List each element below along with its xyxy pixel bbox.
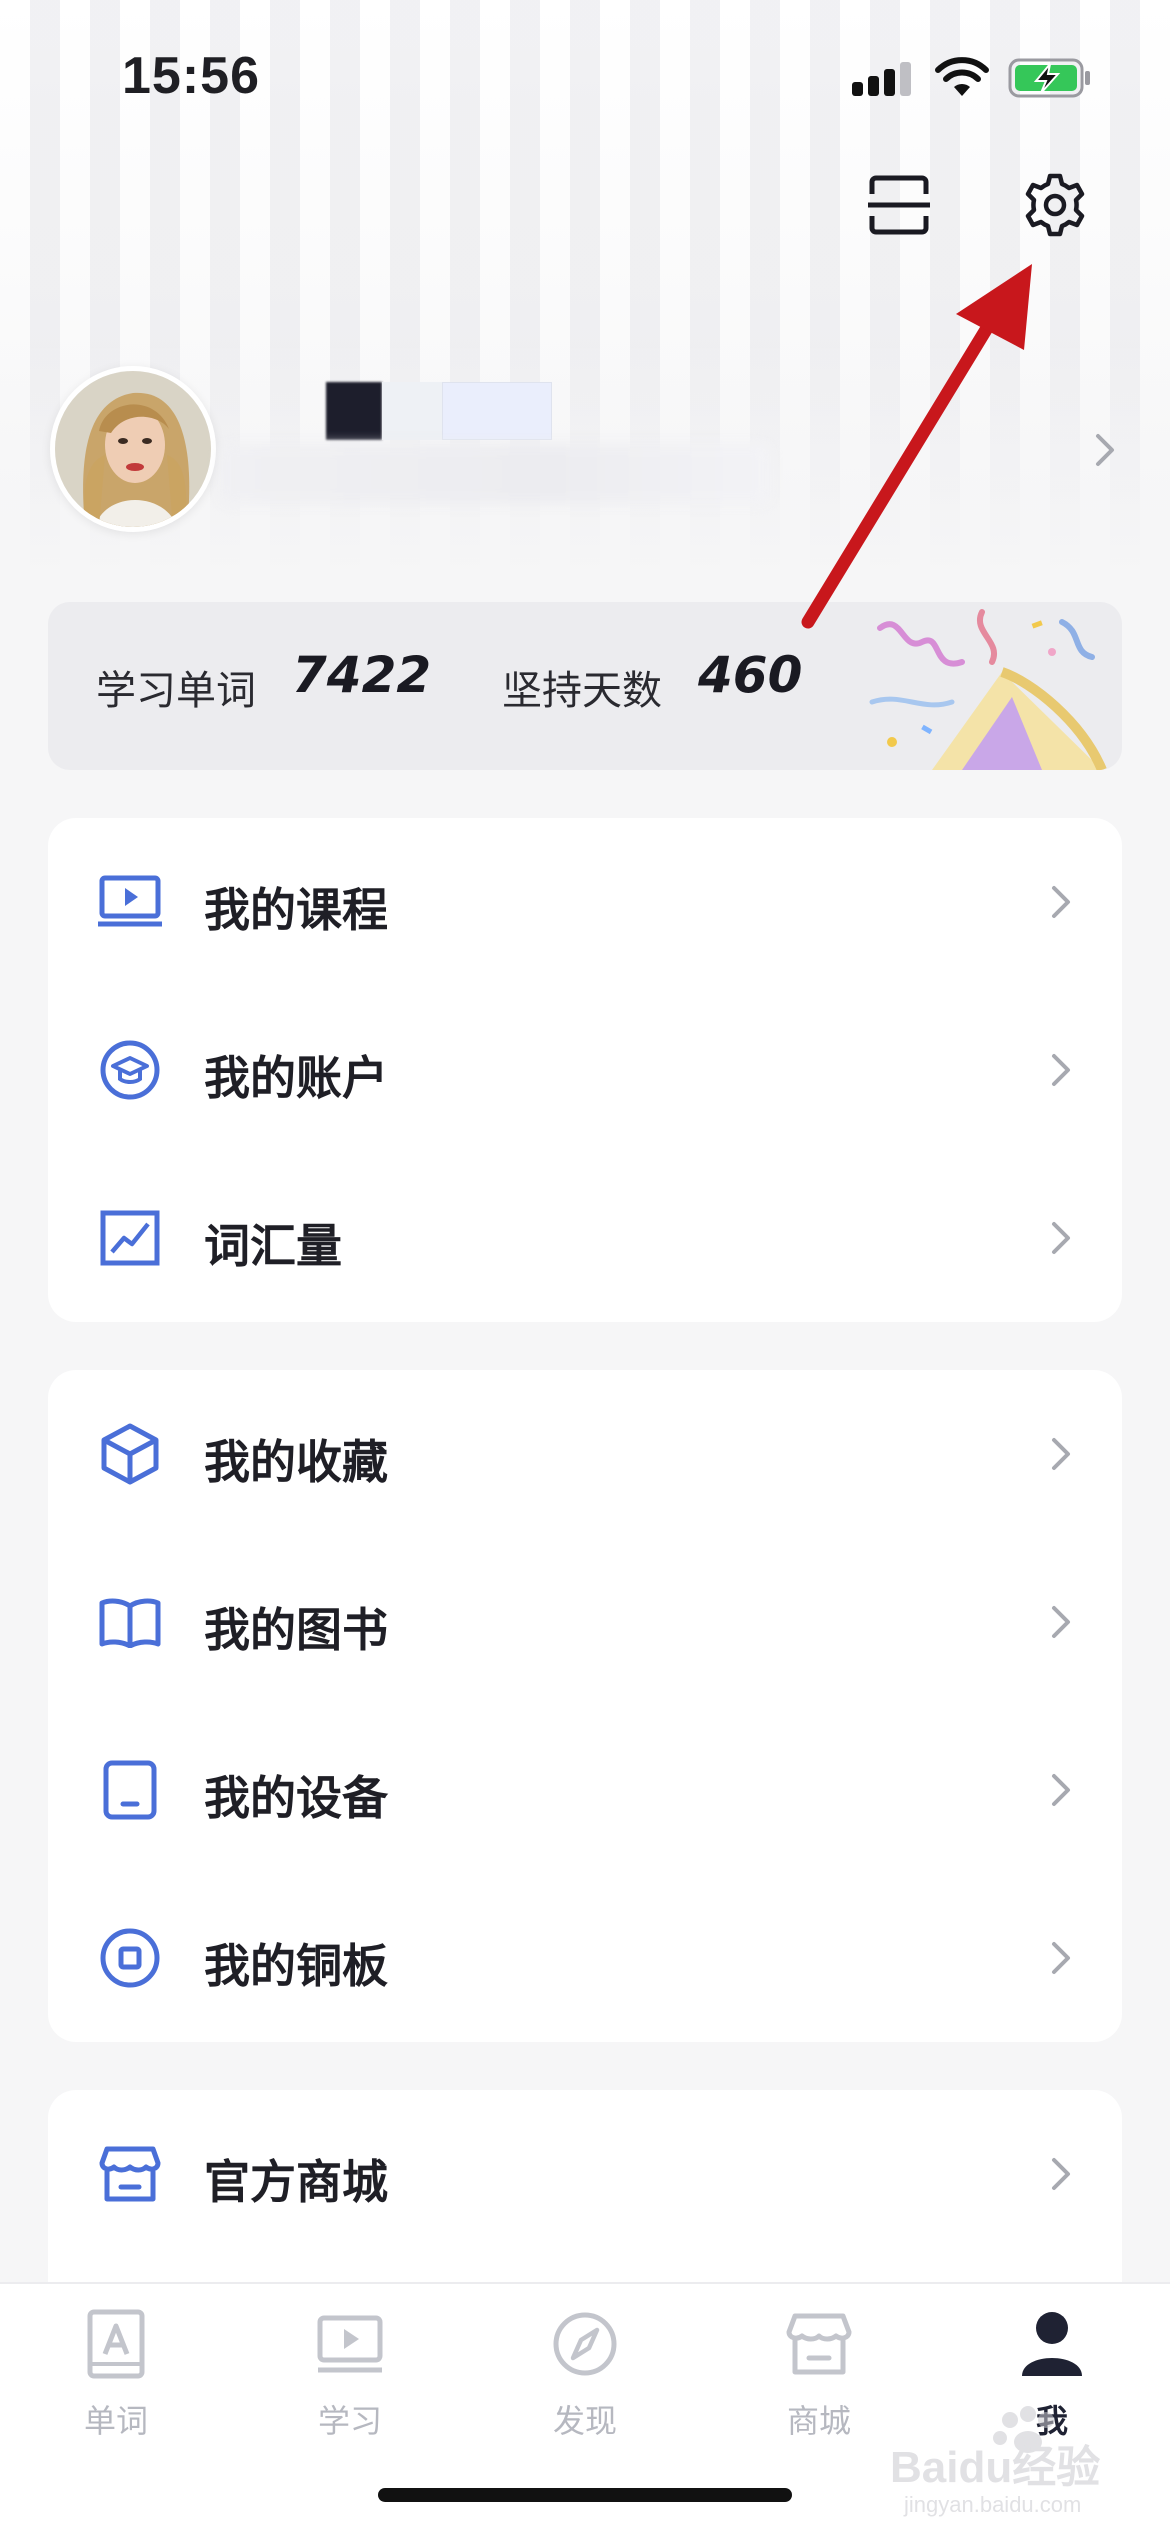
chevron-right-icon [1052,1606,1070,1638]
words-learned-value: 7422 [292,646,432,704]
tab-label: 学习 [317,2402,382,2440]
menu-item-vocabulary[interactable]: 词汇量 [48,1154,1122,1322]
tab-label: 发现 [552,2402,617,2440]
menu-item-my-courses[interactable]: 我的课程 [48,818,1122,986]
scan-icon [868,175,930,235]
shop-icon [786,2313,852,2375]
avatar[interactable] [50,366,216,532]
graduation-cap-icon [98,1038,162,1102]
shop-icon [98,2142,162,2206]
profile-page: 15:56 学习单词 7422 坚持天数 460 我的课程 我的账户 词汇量 我… [0,0,1170,2532]
watermark-text: Baidu经验 [890,2443,1100,2492]
menu-label: 我的课程 [204,883,388,937]
chevron-right-icon [1096,434,1114,466]
coin-icon [98,1926,162,1990]
chevron-right-icon [1052,1438,1070,1470]
tab-discover[interactable]: 发现 [505,2308,665,2478]
menu-label: 我的铜板 [204,1939,388,1993]
status-bar: 15:56 [0,0,1170,150]
words-learned-label: 学习单词 [96,668,256,714]
menu-card-mine: 我的收藏 我的图书 我的设备 我的铜板 [48,1370,1122,2042]
menu-item-my-books[interactable]: 我的图书 [48,1538,1122,1706]
baidu-watermark: Baidu经验 jingyan.baidu.com [890,2406,1100,2517]
menu-label: 我的账户 [204,1051,388,1105]
menu-label: 我的设备 [204,1771,388,1825]
chevron-right-icon [1052,1942,1070,1974]
chevron-right-icon [1052,1222,1070,1254]
menu-item-my-account[interactable]: 我的账户 [48,986,1122,1154]
cellular-signal-icon [852,60,912,96]
tab-label: 单词 [83,2402,148,2440]
menu-label: 官方商城 [204,2155,388,2209]
status-time: 15:56 [122,47,260,105]
watermark-subtext: jingyan.baidu.com [903,2492,1081,2517]
tab-words[interactable]: 单词 [36,2308,196,2478]
gear-icon [1025,173,1085,237]
streak-days-label: 坚持天数 [502,668,662,714]
menu-card-learning: 我的课程 我的账户 词汇量 [48,818,1122,1322]
scan-button[interactable] [864,170,934,240]
streak-days-value: 460 [698,646,803,704]
profile-header[interactable] [50,366,1120,532]
menu-item-my-coins[interactable]: 我的铜板 [48,1874,1122,2042]
menu-item-my-devices[interactable]: 我的设备 [48,1706,1122,1874]
compass-icon [553,2312,617,2376]
party-popper-illustration [869,609,1107,770]
vocabulary-chart-icon [98,1206,162,1270]
box-icon [98,1422,162,1486]
course-play-icon [98,870,162,934]
battery-charging-icon [1008,58,1090,98]
book-icon [98,1590,162,1654]
menu-label: 我的收藏 [204,1435,388,1489]
tab-label: 商城 [786,2402,851,2440]
menu-label: 我的图书 [204,1603,388,1657]
device-icon [98,1758,162,1822]
menu-item-official-store[interactable]: 官方商城 [48,2090,1122,2258]
tab-shop[interactable]: 商城 [739,2308,899,2478]
chevron-right-icon [1052,1054,1070,1086]
word-book-icon [87,2309,145,2379]
menu-label: 词汇量 [204,1219,342,1273]
person-icon [1022,2312,1082,2376]
menu-item-my-favorites[interactable]: 我的收藏 [48,1370,1122,1538]
username-redacted [276,382,552,440]
study-stats-card: 学习单词 7422 坚持天数 460 [48,602,1122,770]
home-indicator [378,2488,792,2502]
play-screen-icon [317,2315,383,2373]
chevron-right-icon [1052,1774,1070,1806]
chevron-right-icon [1052,2158,1070,2190]
user-id-redacted [220,444,770,504]
wifi-icon [935,57,989,96]
tab-study[interactable]: 学习 [270,2308,430,2478]
chevron-right-icon [1052,886,1070,918]
settings-button[interactable] [1020,170,1090,240]
